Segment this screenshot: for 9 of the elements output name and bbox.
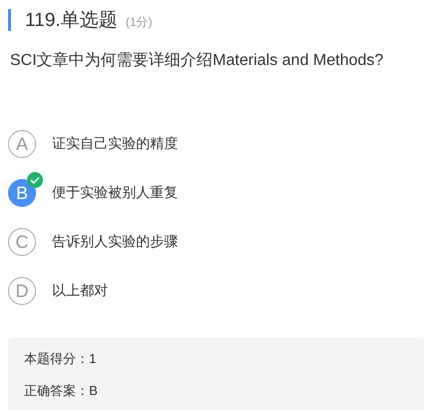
points-label: (1分) xyxy=(126,14,152,30)
question-text: SCI文章中为何需要详细介绍Materials and Methods? xyxy=(10,50,384,71)
option-text[interactable]: 告诉别人实验的步骤 xyxy=(52,233,178,251)
option-text[interactable]: 以上都对 xyxy=(52,282,108,300)
result-line: 正确答案：B xyxy=(24,382,99,400)
option-text[interactable]: 便于实验被别人重复 xyxy=(52,184,178,202)
question-number-title: 119.单选题 xyxy=(25,9,118,33)
option-text[interactable]: 证实自己实验的精度 xyxy=(52,135,178,153)
result-line: 本题得分：1 xyxy=(24,350,98,368)
